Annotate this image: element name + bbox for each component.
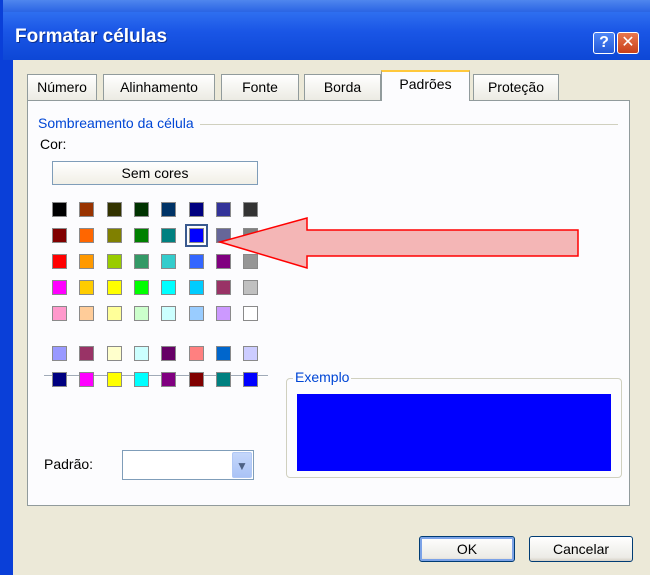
color-swatch[interactable] — [243, 202, 259, 217]
color-swatch[interactable] — [52, 202, 67, 217]
color-swatch[interactable] — [52, 372, 67, 387]
color-swatch[interactable] — [243, 306, 259, 321]
color-swatch[interactable] — [79, 254, 95, 269]
dialog-title: Formatar células — [15, 26, 168, 47]
color-swatch[interactable] — [106, 228, 122, 243]
color-swatch[interactable] — [188, 254, 204, 269]
example-preview — [297, 394, 611, 471]
color-swatch[interactable] — [161, 372, 177, 387]
dialog-body: Número Alinhamento Fonte Borda Padrões P… — [13, 60, 650, 575]
color-swatch[interactable] — [188, 372, 204, 387]
ok-button[interactable]: OK — [419, 536, 515, 562]
color-swatch[interactable] — [188, 346, 204, 361]
color-swatch[interactable] — [133, 202, 149, 217]
color-swatch[interactable] — [133, 280, 149, 295]
example-group: Exemplo — [286, 369, 622, 478]
color-swatch[interactable] — [106, 280, 122, 295]
color-swatch[interactable] — [106, 346, 122, 361]
color-swatch[interactable] — [215, 372, 231, 387]
color-swatch[interactable] — [215, 280, 231, 295]
tab-numero[interactable]: Número — [27, 74, 97, 100]
color-swatch[interactable] — [161, 306, 177, 321]
color-swatch[interactable] — [243, 372, 259, 387]
color-swatch[interactable] — [106, 254, 122, 269]
palette-separator — [44, 375, 268, 377]
color-swatch[interactable] — [161, 346, 177, 361]
color-swatch[interactable] — [133, 306, 149, 321]
color-swatch[interactable] — [215, 346, 231, 361]
color-swatch[interactable] — [215, 228, 231, 243]
dialog-window: Formatar células ? ✕ Número Alinhamento … — [0, 0, 650, 575]
tab-padroes[interactable]: Padrões — [381, 70, 470, 101]
chevron-down-icon[interactable]: ▼ — [232, 452, 252, 478]
example-label: Exemplo — [293, 369, 352, 385]
window-top-strip — [3, 0, 650, 12]
no-color-button[interactable]: Sem cores — [52, 161, 258, 185]
tab-panel-padroes: Sombreamento da célula Cor: Sem cores Ex… — [27, 100, 630, 506]
pattern-label: Padrão: — [44, 456, 94, 472]
color-swatch[interactable] — [161, 280, 177, 295]
color-swatch[interactable] — [215, 254, 231, 269]
color-label: Cor: — [40, 136, 67, 152]
tab-alinhamento[interactable]: Alinhamento — [103, 74, 215, 100]
tab-borda[interactable]: Borda — [304, 74, 381, 100]
color-swatch[interactable] — [133, 228, 149, 243]
color-swatch[interactable] — [79, 228, 95, 243]
color-swatch[interactable] — [215, 202, 231, 217]
color-swatch[interactable] — [161, 202, 177, 217]
help-button[interactable]: ? — [593, 32, 615, 54]
color-swatch[interactable] — [106, 306, 122, 321]
color-swatch[interactable] — [188, 202, 204, 217]
color-swatch[interactable] — [215, 306, 231, 321]
color-swatch[interactable] — [52, 228, 67, 243]
color-swatch[interactable] — [161, 228, 177, 243]
color-swatch[interactable] — [243, 254, 259, 269]
color-swatch[interactable] — [106, 372, 122, 387]
color-swatch[interactable] — [133, 254, 149, 269]
color-swatch[interactable] — [243, 280, 259, 295]
color-swatch[interactable] — [79, 306, 95, 321]
color-swatch[interactable] — [79, 372, 95, 387]
color-swatch[interactable] — [188, 280, 204, 295]
pattern-select[interactable]: ▼ — [122, 450, 254, 480]
color-swatch[interactable] — [243, 228, 259, 243]
color-swatch[interactable] — [79, 346, 95, 361]
color-swatch[interactable] — [52, 280, 67, 295]
color-swatch[interactable] — [52, 254, 67, 269]
color-swatch[interactable] — [184, 224, 208, 247]
color-swatch[interactable] — [133, 346, 149, 361]
color-swatch[interactable] — [79, 202, 95, 217]
titlebar[interactable]: Formatar células ? ✕ — [3, 12, 650, 60]
tab-fonte[interactable]: Fonte — [221, 74, 299, 100]
color-swatch[interactable] — [79, 280, 95, 295]
color-swatch[interactable] — [161, 254, 177, 269]
color-swatch[interactable] — [106, 202, 122, 217]
color-swatch[interactable] — [188, 306, 204, 321]
close-button[interactable]: ✕ — [617, 32, 639, 54]
cancel-button[interactable]: Cancelar — [529, 536, 633, 562]
color-swatch[interactable] — [133, 372, 149, 387]
color-swatch[interactable] — [243, 346, 259, 361]
color-swatch[interactable] — [52, 346, 67, 361]
color-swatch[interactable] — [52, 306, 67, 321]
tab-protecao[interactable]: Proteção — [473, 74, 559, 100]
shading-group-label: Sombreamento da célula — [38, 115, 200, 131]
